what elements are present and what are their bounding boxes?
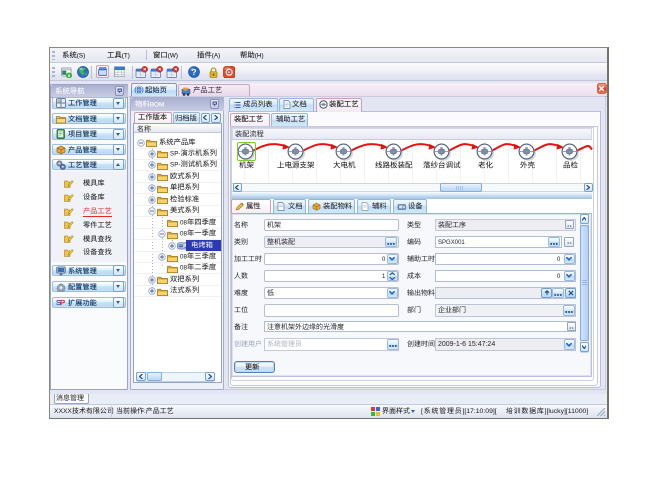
- svg-text:SP-: SP-: [170, 162, 180, 169]
- svg-text:[: [: [421, 408, 423, 415]
- svg-text:08: 08: [180, 219, 187, 226]
- svg-text:XXXX: XXXX: [54, 408, 72, 415]
- svg-text:08: 08: [180, 230, 187, 237]
- svg-text:(A): (A): [212, 53, 220, 60]
- svg-text:SP-: SP-: [170, 150, 180, 157]
- svg-text:08: 08: [180, 265, 187, 272]
- svg-text:][lucky][11000]: ][lucky][11000]: [545, 408, 589, 415]
- svg-text:BOM: BOM: [150, 102, 164, 109]
- svg-text:2009-1-6 15:47:24: 2009-1-6 15:47:24: [438, 341, 495, 348]
- svg-text:08: 08: [180, 253, 187, 260]
- svg-text:(H): (H): [255, 53, 264, 60]
- svg-text:?: ?: [191, 67, 196, 77]
- svg-text:P: P: [60, 298, 65, 307]
- svg-text:(S): (S): [77, 53, 85, 60]
- svg-text:(T): (T): [122, 53, 130, 60]
- svg-text:1: 1: [382, 274, 385, 280]
- svg-text:SPGX001: SPGX001: [438, 240, 465, 246]
- svg-text:(W): (W): [168, 53, 178, 60]
- svg-text:][17:10:09][: ][17:10:09][: [462, 408, 496, 415]
